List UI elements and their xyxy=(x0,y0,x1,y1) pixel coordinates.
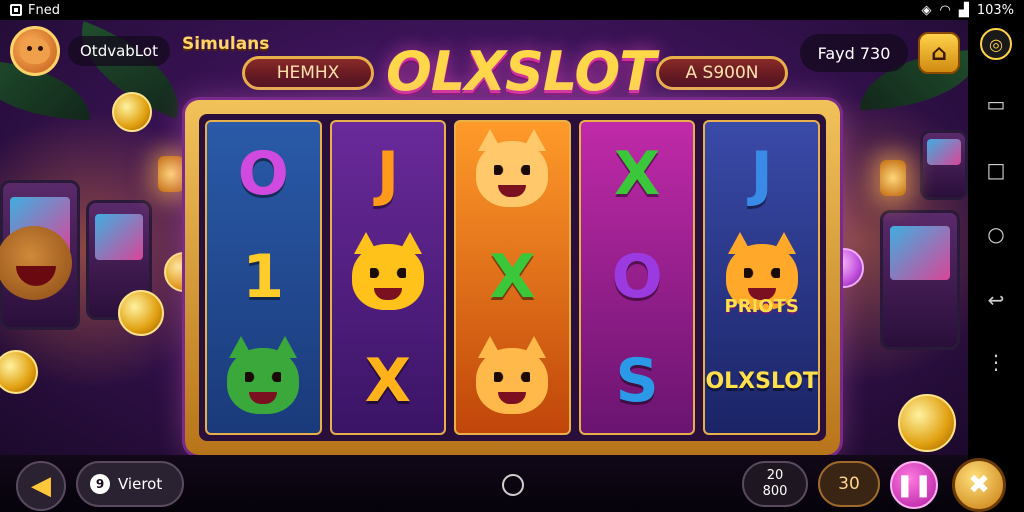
simulator-label: Simulans xyxy=(182,34,270,54)
reel-4: XOS xyxy=(578,120,696,435)
mascot-character xyxy=(0,216,80,326)
reel-2: JX xyxy=(329,120,447,435)
fox-symbol-icon xyxy=(227,336,300,415)
reel-symbol: X xyxy=(591,128,683,220)
pause-icon: ❚❚ xyxy=(895,472,933,498)
back-button[interactable]: ↩ xyxy=(978,282,1014,318)
home-circle-button[interactable]: ○ xyxy=(978,216,1014,252)
wifi-icon: ◠ xyxy=(939,2,951,18)
reel-symbol xyxy=(466,128,558,220)
status-app-label: Fned xyxy=(28,2,60,18)
menu-icon[interactable]: ⋮ xyxy=(978,344,1014,380)
reel-symbol: OLXSLOT xyxy=(705,335,817,427)
coin-icon xyxy=(112,92,152,132)
reel-symbol xyxy=(217,335,309,427)
battery-text: 103% xyxy=(976,2,1014,18)
coin-icon xyxy=(898,394,956,452)
reel-symbol: O xyxy=(217,128,309,220)
reels-container: O 1 J X X X O S J PRIOTS OLXSLOT xyxy=(199,114,826,441)
status-bar: Fned ◈ ◠ ▟ 103% xyxy=(0,0,1024,20)
home-indicator[interactable] xyxy=(502,474,524,496)
mode-button[interactable]: 9 Vierot xyxy=(76,461,184,507)
reel-symbol: X xyxy=(466,231,558,323)
reel-3: X xyxy=(454,120,571,435)
coin-icon xyxy=(118,290,164,336)
bet-display[interactable]: 20 800 xyxy=(742,461,808,507)
arrow-left-icon: ◀ xyxy=(31,471,51,501)
brand-name: OtdvabLot xyxy=(68,36,170,66)
back-arrow-button[interactable]: ◀ xyxy=(16,461,66,511)
home-icon: ⌂ xyxy=(931,40,947,66)
home-button[interactable]: ⌂ xyxy=(918,32,960,74)
brand-area: OtdvabLot xyxy=(10,26,170,76)
pause-button[interactable]: ❚❚ xyxy=(890,461,938,509)
reels-frame: O 1 J X X X O S J PRIOTS OLXSLOT xyxy=(185,100,840,455)
reel-symbol: J xyxy=(716,128,808,220)
notification-icon xyxy=(10,4,22,16)
symbol-text: X xyxy=(489,242,536,313)
symbol-text: X xyxy=(613,138,661,209)
lantern-icon xyxy=(880,160,906,196)
reel-5: J PRIOTS OLXSLOT xyxy=(703,120,820,435)
symbol-text: S xyxy=(615,346,659,417)
bet-top-value: 20 xyxy=(766,468,784,483)
reel-symbol: PRIOTS xyxy=(716,231,808,323)
banner-left[interactable]: HEMHX xyxy=(242,56,374,90)
game-title: OLXSLOT xyxy=(386,40,656,103)
reel-symbol: S xyxy=(591,335,683,427)
reel-symbol: 1 xyxy=(217,231,309,323)
reel-symbol xyxy=(466,335,558,427)
mode-label: Vierot xyxy=(118,475,163,493)
target-icon[interactable]: ◎ xyxy=(980,28,1012,60)
symbol-text: O xyxy=(237,138,289,209)
arcade-cabinet-right xyxy=(880,210,960,350)
signal-icon: ▟ xyxy=(958,2,969,18)
lantern-icon xyxy=(158,156,184,192)
coins-balance: Fayd 730 xyxy=(800,34,908,72)
game-scene: OtdvabLot Simulans HEMHX OLXSLOT A S900N… xyxy=(0,20,968,455)
symbol-text: O xyxy=(611,242,663,313)
reel-symbol: O xyxy=(591,231,683,323)
system-nav-rail: ◎ ▭ □ ○ ↩ ⋮ xyxy=(968,20,1024,512)
vibrate-icon: ◈ xyxy=(921,2,932,18)
symbol-text: J xyxy=(376,138,400,209)
reel-symbol xyxy=(342,231,434,323)
bet-bottom-value: 800 xyxy=(762,484,788,499)
symbol-tag: PRIOTS xyxy=(724,296,799,318)
banner-right[interactable]: A S900N xyxy=(656,56,788,90)
fox-symbol-icon xyxy=(476,336,549,415)
bottom-controls: ◀ 9 Vierot 20 800 30 ❚❚ xyxy=(0,455,968,512)
reel-symbol: X xyxy=(342,335,434,427)
spin-icon: ✖ xyxy=(968,470,990,500)
reel-symbol: J xyxy=(342,128,434,220)
mode-icon: 9 xyxy=(90,474,110,494)
recents-button[interactable]: □ xyxy=(978,152,1014,188)
avatar[interactable] xyxy=(10,26,60,76)
fox-symbol-icon xyxy=(476,128,549,207)
symbol-text: 1 xyxy=(242,242,285,313)
spin-button[interactable]: ✖ xyxy=(952,458,1006,512)
reel-1: O1 xyxy=(205,120,322,435)
symbol-text: J xyxy=(750,138,773,209)
chat-icon[interactable]: ▭ xyxy=(978,86,1014,122)
fox-symbol-icon xyxy=(351,232,424,311)
symbol-text: OLXSLOT xyxy=(705,368,818,394)
symbol-text: X xyxy=(364,346,412,417)
lines-value[interactable]: 30 xyxy=(818,461,880,507)
arcade-cabinet-right xyxy=(920,130,968,200)
status-right: ◈ ◠ ▟ 103% xyxy=(921,3,1014,18)
